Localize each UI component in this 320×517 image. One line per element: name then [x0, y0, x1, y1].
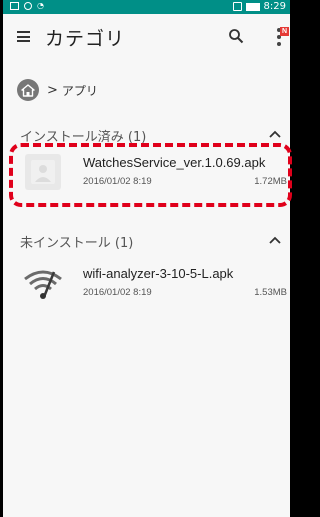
app-bar: カテゴリ N	[3, 14, 290, 62]
section-label: 未インストール (1)	[20, 236, 134, 251]
file-row[interactable]: wifi-analyzer-3-10-5-L.apk 2016/01/02 8:…	[3, 258, 290, 310]
section-installed[interactable]: インストール済み (1)	[3, 123, 290, 145]
battery-icon	[245, 2, 260, 11]
home-icon[interactable]	[17, 79, 39, 101]
wifi-analyzer-icon	[24, 270, 62, 299]
file-size: 1.53MB	[254, 287, 287, 298]
screen: ◔ 8:29 カテゴリ N > アプリ インストール済み (1) Watches…	[3, 0, 290, 517]
chevron-up-icon[interactable]	[269, 235, 281, 245]
section-not-installed[interactable]: 未インストール (1)	[3, 229, 290, 251]
breadcrumb-separator: >	[47, 82, 58, 98]
breadcrumb-label[interactable]: アプリ	[62, 82, 98, 99]
search-icon[interactable]	[228, 28, 244, 44]
status-icons-left: ◔	[10, 2, 44, 10]
sync-icon	[24, 2, 32, 10]
highlight-annotation	[9, 143, 292, 207]
chevron-up-icon[interactable]	[269, 129, 281, 139]
new-badge: N	[280, 27, 289, 36]
status-icons-right: 8:29	[232, 1, 286, 12]
breadcrumb[interactable]: > アプリ	[17, 78, 98, 102]
status-bar: ◔ 8:29	[3, 0, 290, 14]
phone-frame: ◔ 8:29 カテゴリ N > アプリ インストール済み (1) Watches…	[0, 0, 293, 517]
notification-icon	[10, 2, 19, 10]
cast-icon	[232, 2, 242, 11]
file-name: wifi-analyzer-3-10-5-L.apk	[83, 266, 234, 281]
wifi-status-icon: ◔	[37, 1, 44, 10]
page-title: カテゴリ	[45, 28, 126, 50]
menu-icon[interactable]	[17, 31, 30, 42]
file-date: 2016/01/02 8:19	[83, 287, 152, 298]
status-time: 8:29	[263, 1, 286, 12]
